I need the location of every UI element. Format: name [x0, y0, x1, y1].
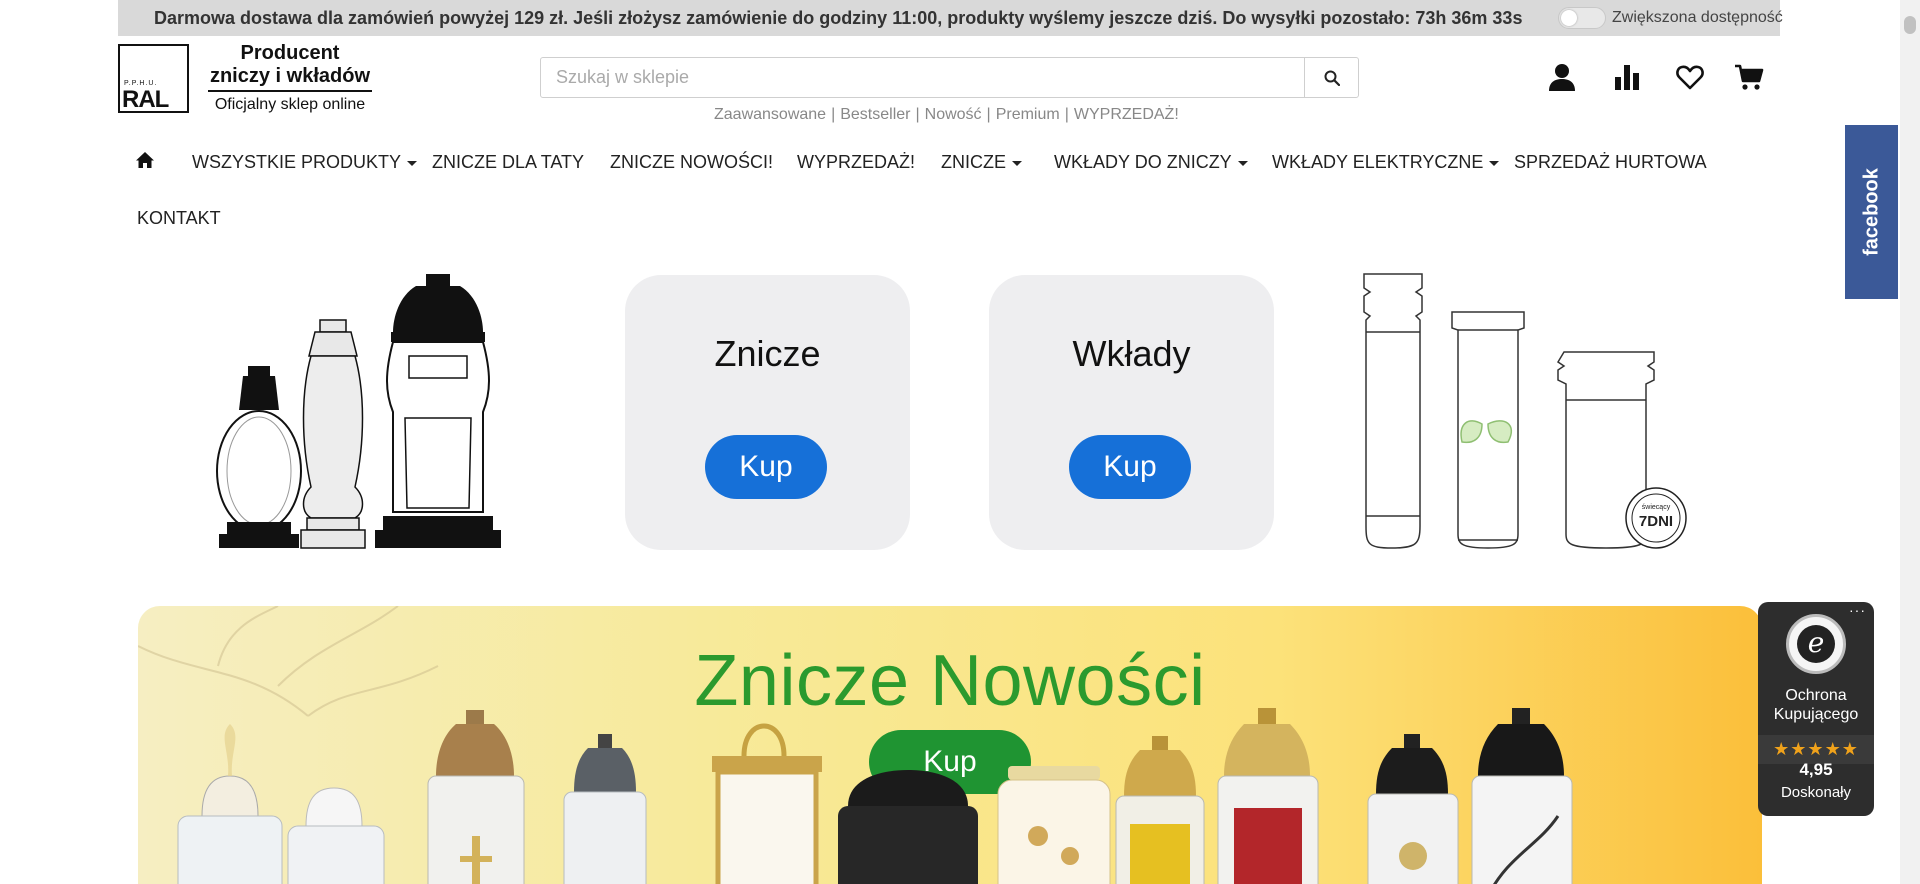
banner-candle-gold-yellow: [1115, 736, 1205, 884]
banner-candle-black-dome: [838, 770, 978, 884]
nav-label: WKŁADY DO ZNICZY: [1054, 152, 1232, 172]
cart-button[interactable]: [1732, 60, 1766, 94]
promo-banner[interactable]: Znicze Nowości Kup: [138, 606, 1762, 884]
promo-text: Darmowa dostawa dla zamówień powyżej 129…: [154, 8, 1523, 28]
nav-sale[interactable]: WYPRZEDAŻ!: [797, 152, 915, 173]
rating-word: Doskonały: [1780, 784, 1852, 801]
trusted-shops-title: Ochrona Kupującego: [1758, 686, 1874, 724]
search-input[interactable]: [541, 58, 1304, 97]
nav-label: WYPRZEDAŻ!: [797, 152, 916, 172]
tagline-line3: Oficjalny sklep online: [214, 96, 366, 113]
separator: |: [831, 106, 836, 123]
nav-candles[interactable]: ZNICZE: [941, 152, 1022, 173]
logo-brand: RAL: [122, 86, 169, 113]
insert-tall-illustration: [1363, 273, 1423, 549]
banner-lantern-gold: [712, 723, 822, 884]
nav-label: ZNICZE DLA TATY: [432, 152, 585, 172]
scrollbar[interactable]: [1900, 0, 1920, 884]
nav-home[interactable]: [135, 151, 155, 174]
trusted-shops-line2: Kupującego: [1773, 706, 1859, 723]
banner-candle-black-2: [1471, 708, 1573, 884]
compare-icon: [1615, 65, 1639, 90]
logo-tagline[interactable]: Producent zniczy i wkładów Oficjalny skl…: [190, 42, 390, 114]
quick-link-sale[interactable]: WYPRZEDAŻ!: [1074, 106, 1179, 123]
compare-button[interactable]: [1610, 60, 1644, 94]
caret-down-icon: [1489, 160, 1500, 166]
nav-label: ZNICZE: [941, 152, 1006, 172]
buy-button[interactable]: Kup: [1069, 435, 1191, 499]
badge-line2: 7DNI: [1639, 513, 1673, 530]
tagline-line2: zniczy i wkładów: [207, 64, 373, 92]
wishlist-button[interactable]: [1673, 60, 1707, 94]
separator: |: [986, 106, 991, 123]
badge-line1: świecący: [1642, 504, 1671, 511]
quick-link-advanced[interactable]: Zaawansowane: [714, 106, 826, 123]
banner-candle-clear-1: [177, 724, 283, 884]
seven-days-badge: świecący 7DNI: [1625, 487, 1687, 549]
caret-down-icon: [1237, 160, 1248, 166]
promo-bar: Darmowa dostawa dla zamówień powyżej 129…: [118, 0, 1783, 36]
candles-illustration[interactable]: [215, 272, 535, 550]
search-bar: [540, 57, 1359, 98]
separator: |: [915, 106, 920, 123]
accessibility-label: Zwiększona dostępność: [1612, 9, 1783, 26]
nav-new-candles[interactable]: ZNICZE NOWOŚCI!: [610, 152, 773, 173]
more-options-icon[interactable]: ···: [1849, 602, 1866, 618]
nav-wholesale[interactable]: SPRZEDAŻ HURTOWA: [1514, 152, 1707, 173]
category-card-inserts[interactable]: Wkłady Kup: [989, 275, 1274, 550]
accessibility-toggle[interactable]: [1558, 7, 1606, 29]
account-icon: [1549, 64, 1575, 91]
candle-medium-illustration: [300, 319, 366, 549]
banner-jar-roses: [997, 766, 1111, 884]
nav-label: KONTAKT: [137, 208, 221, 228]
facebook-label: facebook: [1860, 168, 1882, 256]
nav-contact[interactable]: KONTAKT: [137, 208, 221, 229]
search-button[interactable]: [1304, 58, 1358, 97]
candle-large-illustration: [375, 274, 501, 548]
logo[interactable]: P.P.H.U. RAL: [118, 44, 189, 113]
caret-down-icon: [407, 160, 418, 166]
toggle-knob: [1561, 10, 1577, 26]
nav-label: WKŁADY ELEKTRYCZNE: [1272, 152, 1484, 172]
trusted-shops-line1: Ochrona: [1785, 687, 1847, 704]
home-icon: [136, 152, 154, 168]
banner-candle-graphite: [563, 734, 647, 884]
nav-dad-candles[interactable]: ZNICZE DLA TATY: [432, 152, 584, 173]
nav-electric-inserts[interactable]: WKŁADY ELEKTRYCZNE: [1272, 152, 1500, 173]
trusted-shops-letter: e: [1797, 625, 1835, 663]
category-title: Znicze: [714, 333, 821, 374]
category-title: Wkłady: [1072, 333, 1191, 374]
tagline-line1: Producent: [240, 42, 340, 64]
scrollbar-thumb[interactable]: [1904, 16, 1916, 34]
trusted-shops-seal-icon: e: [1786, 614, 1846, 674]
banner-candle-clear-2: [287, 787, 385, 884]
nav-label: WSZYSTKIE PRODUKTY: [192, 152, 402, 172]
quick-links: Zaawansowane | Bestseller | Nowość | Premium | W…: [714, 106, 1179, 124]
banner-products-illustration: [177, 708, 1573, 884]
inserts-illustration[interactable]: świecący 7DNI: [1358, 272, 1688, 550]
caret-down-icon: [1012, 160, 1022, 166]
banner-candle-gold-red: [1217, 708, 1319, 884]
quick-link-new[interactable]: Nowość: [925, 106, 982, 123]
trusted-shops-badge[interactable]: ··· e Ochrona Kupującego ★★★★★ 4,95 Dosk…: [1758, 602, 1874, 816]
nav-all-products[interactable]: WSZYSTKIE PRODUKTY: [192, 152, 418, 173]
category-card-candles[interactable]: Znicze Kup: [625, 275, 910, 550]
nav-label: SPRZEDAŻ HURTOWA: [1514, 152, 1707, 172]
quick-link-bestseller[interactable]: Bestseller: [840, 106, 910, 123]
banner-candle-bronze: [427, 710, 525, 884]
quick-link-premium[interactable]: Premium: [996, 106, 1060, 123]
banner-candle-black-1: [1367, 734, 1459, 884]
cart-icon: [1735, 64, 1764, 90]
account-button[interactable]: [1545, 60, 1579, 94]
buy-button[interactable]: Kup: [705, 435, 827, 499]
wishlist-icon: [1676, 65, 1704, 90]
nav-label: ZNICZE NOWOŚCI!: [610, 152, 773, 172]
nav-inserts[interactable]: WKŁADY DO ZNICZY: [1054, 152, 1248, 173]
separator: |: [1064, 106, 1069, 123]
search-icon: [1324, 70, 1340, 86]
candle-small-illustration: [216, 366, 302, 548]
rating-score: 4,95: [1799, 760, 1833, 779]
insert-medium-illustration: [1451, 311, 1525, 549]
facebook-tab[interactable]: facebook: [1845, 125, 1898, 299]
